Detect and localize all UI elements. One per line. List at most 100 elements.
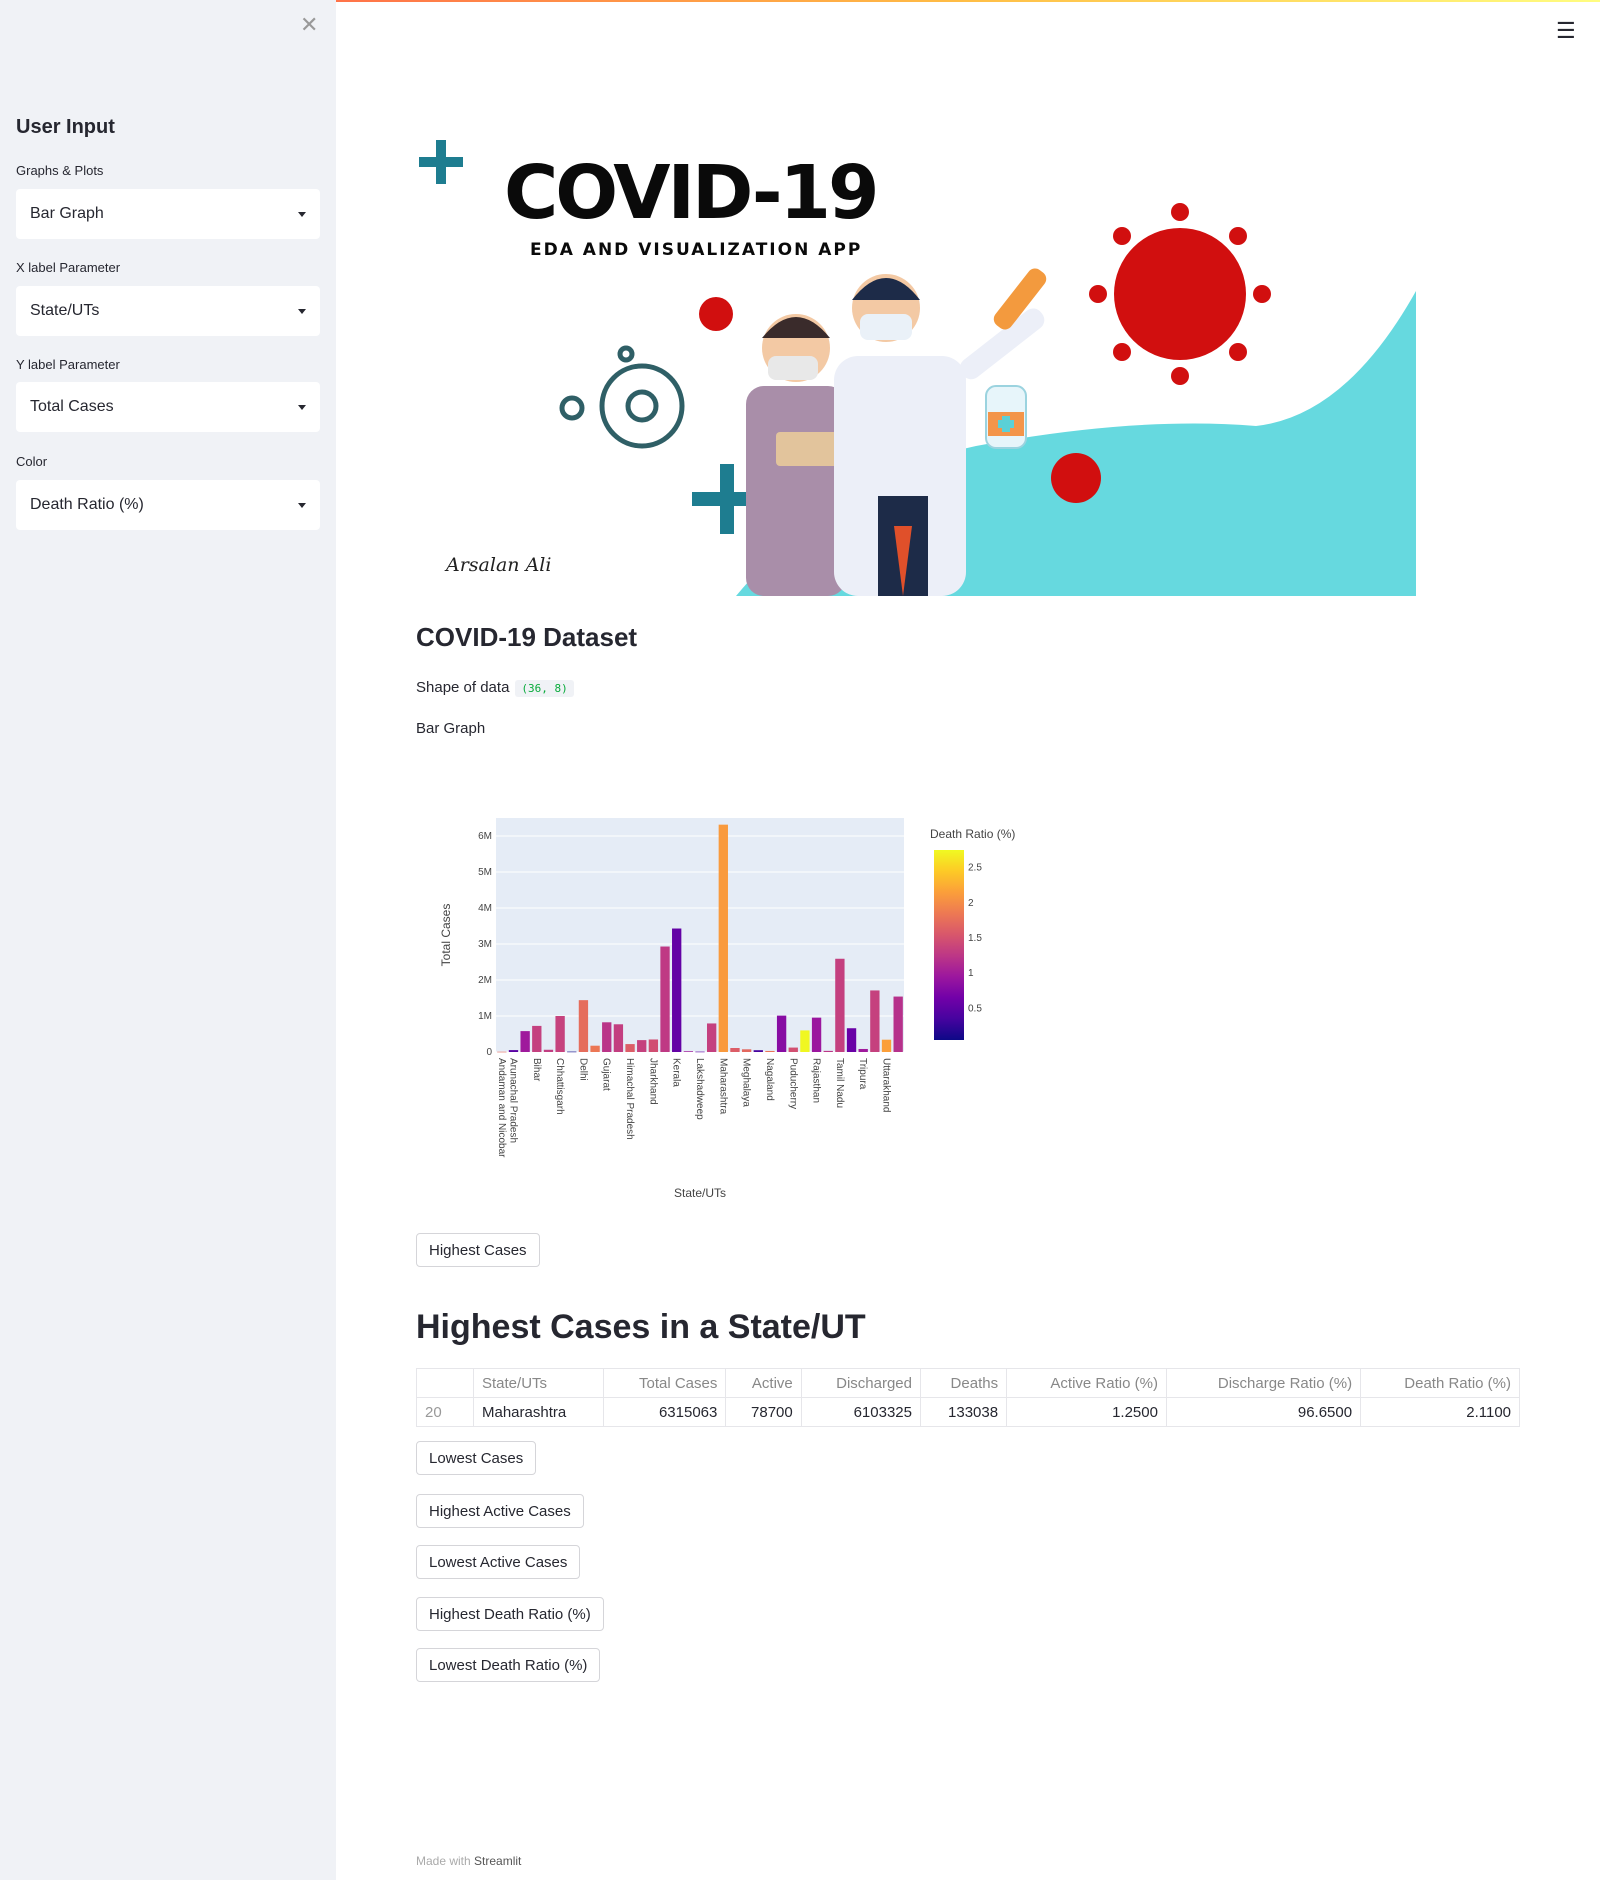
bar[interactable] bbox=[800, 1030, 810, 1052]
table-cell-total-cases: 6315063 bbox=[602, 1397, 727, 1427]
bar[interactable] bbox=[811, 1017, 822, 1052]
bar[interactable] bbox=[613, 1024, 624, 1052]
lowest-cases-button[interactable]: Lowest Cases bbox=[416, 1441, 537, 1475]
bar[interactable] bbox=[706, 1023, 717, 1052]
bar[interactable] bbox=[741, 1049, 752, 1052]
colorbar-tick-label: 1 bbox=[968, 968, 974, 979]
y-tick-label: 2M bbox=[478, 975, 492, 986]
y-tick-label: 4M bbox=[478, 903, 492, 914]
table-header-active[interactable]: Active bbox=[725, 1368, 802, 1398]
table-cell-state: Maharashtra bbox=[473, 1397, 604, 1427]
x-tick-label: Tamil Nadu bbox=[834, 1058, 845, 1108]
result-heading: Highest Cases in a State/UT bbox=[416, 1308, 866, 1346]
bar[interactable] bbox=[881, 1039, 892, 1052]
x-tick-label: Puducherry bbox=[787, 1058, 798, 1109]
x-tick-label: Gujarat bbox=[601, 1058, 612, 1091]
table-header-discharged[interactable]: Discharged bbox=[800, 1368, 921, 1398]
table-header-state[interactable]: State/UTs bbox=[473, 1368, 604, 1398]
bar[interactable] bbox=[602, 1022, 612, 1052]
x-tick-label: Arunachal Pradesh bbox=[507, 1058, 518, 1143]
x-tick-label: Jharkhand bbox=[647, 1058, 658, 1105]
bar[interactable] bbox=[567, 1051, 577, 1053]
x-tick-label: Bihar bbox=[531, 1058, 542, 1082]
bar[interactable] bbox=[730, 1048, 740, 1052]
lowest-death-ratio-button[interactable]: Lowest Death Ratio (%) bbox=[416, 1648, 601, 1682]
bar-chart[interactable]: Total Cases State/UTs Death Ratio (%) 0 1… bbox=[416, 800, 1116, 1220]
hamburger-menu-icon[interactable]: ☰ bbox=[1556, 18, 1576, 44]
colorbar-tick-label: 1.5 bbox=[968, 933, 982, 944]
bar[interactable] bbox=[776, 1015, 787, 1052]
x-label-parameter-value: State/UTs bbox=[30, 302, 100, 319]
table-cell-active-ratio: 1.2500 bbox=[1006, 1397, 1167, 1427]
y-label-parameter-label: Y label Parameter bbox=[16, 357, 120, 372]
close-sidebar-icon[interactable]: ✕ bbox=[300, 12, 318, 38]
bar-chart-svg[interactable]: Total Cases State/UTs Death Ratio (%) 0 1… bbox=[416, 800, 1116, 1220]
table-header-deaths[interactable]: Deaths bbox=[919, 1368, 1008, 1398]
bar[interactable] bbox=[695, 1051, 705, 1053]
highest-active-cases-button[interactable]: Highest Active Cases bbox=[416, 1494, 584, 1528]
bar[interactable] bbox=[823, 1050, 833, 1052]
bar[interactable] bbox=[590, 1045, 600, 1052]
bar[interactable] bbox=[625, 1044, 635, 1052]
table-cell-deaths: 133038 bbox=[919, 1397, 1008, 1427]
lowest-active-cases-button[interactable]: Lowest Active Cases bbox=[416, 1545, 581, 1579]
colorbar-title: Death Ratio (%) bbox=[930, 827, 1015, 841]
bar[interactable] bbox=[846, 1028, 857, 1052]
chevron-down-icon bbox=[298, 404, 306, 410]
highest-death-ratio-button[interactable]: Highest Death Ratio (%) bbox=[416, 1597, 604, 1631]
x-tick-label: Andaman and Nicobar bbox=[496, 1058, 507, 1158]
x-tick-label: Tripura bbox=[857, 1058, 868, 1090]
bar[interactable] bbox=[683, 1051, 694, 1052]
banner-image: COVID-19 EDA AND VISUALIZATION APP Arsal… bbox=[416, 116, 1416, 596]
bar[interactable] bbox=[765, 1050, 775, 1052]
colorbar-tick-label: 2.5 bbox=[968, 863, 982, 874]
bar[interactable] bbox=[753, 1050, 763, 1052]
dataset-heading: COVID-19 Dataset bbox=[416, 622, 638, 652]
table-header-death-ratio[interactable]: Death Ratio (%) bbox=[1360, 1368, 1520, 1398]
bar[interactable] bbox=[858, 1048, 868, 1052]
table-header-discharge-ratio[interactable]: Discharge Ratio (%) bbox=[1165, 1368, 1362, 1398]
x-tick-label: Delhi bbox=[577, 1058, 588, 1081]
bar[interactable] bbox=[555, 1016, 565, 1052]
bar[interactable] bbox=[543, 1049, 554, 1052]
nurse-figure bbox=[746, 314, 846, 596]
bar[interactable] bbox=[788, 1047, 798, 1052]
highest-cases-button[interactable]: Highest Cases bbox=[416, 1233, 540, 1267]
colorbar-tick-label: 0.5 bbox=[968, 1003, 982, 1014]
banner-title: COVID-19 bbox=[504, 150, 880, 236]
bar[interactable] bbox=[660, 946, 670, 1052]
y-axis-label: Total Cases bbox=[439, 904, 453, 967]
x-label-parameter-select[interactable]: State/UTs bbox=[16, 286, 320, 336]
table-header-index bbox=[416, 1368, 474, 1398]
color-select[interactable]: Death Ratio (%) bbox=[16, 480, 320, 530]
table-cell-discharge-ratio: 96.6500 bbox=[1165, 1397, 1362, 1427]
footer-prefix: Made with bbox=[416, 1854, 471, 1868]
table-header-active-ratio[interactable]: Active Ratio (%) bbox=[1006, 1368, 1167, 1398]
bar[interactable] bbox=[648, 1039, 659, 1052]
table-cell-death-ratio: 2.1100 bbox=[1360, 1397, 1520, 1427]
bar[interactable] bbox=[672, 928, 682, 1052]
bar[interactable] bbox=[893, 996, 903, 1052]
bar[interactable] bbox=[835, 958, 845, 1052]
streamlit-link[interactable]: Streamlit bbox=[474, 1854, 521, 1868]
x-axis-label: State/UTs bbox=[674, 1186, 726, 1200]
bar[interactable] bbox=[637, 1040, 647, 1052]
shape-text: Shape of data (36, 8) bbox=[416, 679, 574, 697]
y-label-parameter-value: Total Cases bbox=[30, 398, 114, 415]
table-cell-index: 20 bbox=[416, 1397, 474, 1427]
graphs-plots-label: Graphs & Plots bbox=[16, 163, 104, 178]
y-label-parameter-select[interactable]: Total Cases bbox=[16, 382, 320, 432]
table-header-total-cases[interactable]: Total Cases bbox=[602, 1368, 727, 1398]
bar[interactable] bbox=[578, 1000, 589, 1052]
graphs-plots-select[interactable]: Bar Graph bbox=[16, 189, 320, 239]
bar[interactable] bbox=[532, 1025, 542, 1052]
bar[interactable] bbox=[520, 1031, 530, 1052]
sidebar: ✕ User Input Graphs & Plots Bar Graph X … bbox=[0, 0, 336, 1880]
bar[interactable] bbox=[497, 1051, 507, 1053]
bar[interactable] bbox=[870, 990, 880, 1052]
bar[interactable] bbox=[508, 1050, 519, 1052]
bar[interactable] bbox=[718, 824, 728, 1052]
chevron-down-icon bbox=[298, 308, 306, 314]
table-row: 20 Maharashtra 6315063 78700 6103325 133… bbox=[416, 1397, 1520, 1427]
table-cell-active: 78700 bbox=[725, 1397, 802, 1427]
